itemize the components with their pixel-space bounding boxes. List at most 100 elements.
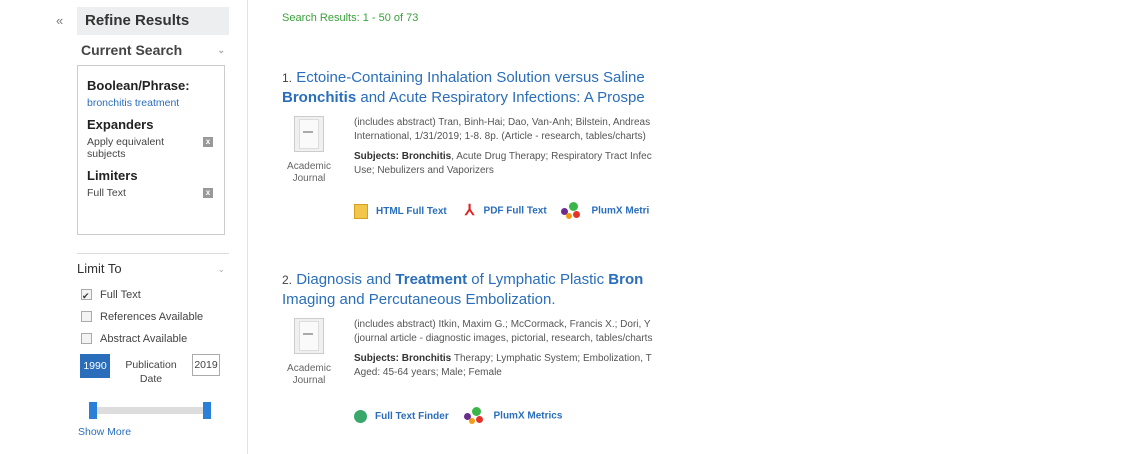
references-option-label: References Available [100,311,204,323]
plumx-icon [561,202,583,220]
result-links: Full Text Finder PlumX Metrics [354,407,574,425]
result-subjects-line2: Use; Nebulizers and Vaporizers [354,165,494,176]
full-text-checkbox[interactable] [81,285,92,307]
limit-to-label: Limit To [77,261,122,276]
limit-full-text[interactable]: Full Text [77,284,229,307]
limit-to-section: Limit To ⌄ Full Text References Availabl… [77,253,229,438]
result-links: HTML Full Text ⅄ PDF Full Text PlumX Metr… [354,202,661,220]
full-text-finder-icon [354,409,367,423]
date-from-input[interactable]: 1990 [80,354,110,378]
title-highlight: Treatment [395,271,468,288]
result-source: International, 1/31/2019; 1-8. 8p. (Arti… [354,131,646,142]
title-text: Diagnosis and [296,271,396,288]
date-range-slider[interactable] [77,400,229,420]
html-full-text-link[interactable]: HTML Full Text [354,203,447,219]
pdf-full-text-label: PDF Full Text [483,205,547,217]
expander-item-label: Apply equivalent subjects [87,136,165,160]
collapse-sidebar-icon[interactable]: « [56,13,63,28]
expanders-label: Expanders [87,117,154,132]
chevron-down-icon[interactable]: ⌄ [217,254,225,284]
result-details: (includes abstract) Itkin, Maxim G.; McC… [354,318,682,380]
current-search-label: Current Search [81,42,183,58]
slider-track [89,407,211,414]
academic-journal-icon[interactable] [294,318,324,354]
result-body: Academic Journal (includes abstract) Tra… [282,116,682,241]
pdf-icon: ⅄ [464,202,475,219]
publication-type-label: Academic Journal [287,363,331,387]
result-title-link[interactable]: 1. Ectoine-Containing Inhalation Solutio… [282,68,682,107]
html-doc-icon [354,203,368,219]
results-list: Search Results: 1 - 50 of 73 1. Ectoine-… [282,0,682,454]
slider-handle-from[interactable] [89,402,97,419]
full-text-finder-link[interactable]: Full Text Finder [354,409,449,423]
subjects-text: , Acute Drug Therapy; Respiratory Tract … [451,151,652,162]
references-checkbox[interactable] [81,310,92,322]
current-search-header[interactable]: Current Search ⌄ [77,35,229,65]
result-subjects: Subjects: Bronchitis Therapy; Lymphatic … [354,352,682,366]
subjects-label: Subjects: [354,353,400,364]
pub-type-line2: Journal [292,375,326,386]
publication-date-label-2: Date [139,373,163,385]
limit-abstract[interactable]: Abstract Available [77,328,229,350]
result-number: 2. [282,273,293,287]
plumx-metrics-link[interactable]: PlumX Metrics [463,407,563,425]
result-subjects-line2: Aged: 45-64 years; Male; Female [354,367,502,378]
pdf-full-text-link[interactable]: ⅄ PDF Full Text [462,202,547,219]
limiter-item-label: Full Text [87,187,126,199]
title-highlight: Bronchitis [282,89,357,106]
subjects-label: Subjects: [354,151,400,162]
show-more-link[interactable]: Show More [77,426,229,438]
plumx-metrics-label: PlumX Metrics [493,410,563,422]
result-authors: (includes abstract) Itkin, Maxim G.; McC… [354,319,651,330]
remove-limiter-icon[interactable]: x [203,188,213,198]
refine-results-title: Refine Results [77,7,229,35]
result-item: 2. Diagnosis and Treatment of Lymphatic … [282,270,682,443]
result-title-link[interactable]: 2. Diagnosis and Treatment of Lymphatic … [282,270,682,309]
subject-highlight[interactable]: Bronchitis [402,151,451,162]
result-subjects: Subjects: Bronchitis, Acute Drug Therapy… [354,150,682,164]
sidebar-divider [247,0,248,454]
abstract-checkbox[interactable] [81,332,92,344]
chevron-down-icon[interactable]: ⌄ [217,35,225,65]
limiter-item: Full Text x [87,187,213,199]
publication-type: Academic Journal [287,116,331,185]
results-count: Search Results: 1 - 50 of 73 [282,12,419,24]
title-text: and Acute Respiratory Infections: A Pros… [356,89,645,106]
limit-to-header[interactable]: Limit To ⌄ [77,254,229,284]
publication-type: Academic Journal [287,318,331,387]
subject-highlight[interactable]: Bronchitis [402,353,451,364]
academic-journal-icon[interactable] [294,116,324,152]
publication-date-label: Publication Date [117,358,185,386]
remove-expander-icon[interactable]: x [203,137,213,147]
refine-results-panel: Refine Results Current Search ⌄ Boolean/… [77,7,229,438]
plumx-metrics-link[interactable]: PlumX Metri [561,202,649,220]
date-to-input[interactable]: 2019 [192,354,220,376]
full-text-option-label: Full Text [100,289,141,301]
title-text: Imaging and Percutaneous Embolization. [282,291,556,308]
plumx-metrics-label: PlumX Metri [591,205,650,217]
search-query-link[interactable]: bronchitis treatment [87,97,224,109]
publication-date-filter: 1990 Publication Date 2019 [77,354,229,400]
result-number: 1. [282,71,293,85]
result-body: Academic Journal (includes abstract) Itk… [282,318,682,443]
subjects-text: Therapy; Lymphatic System; Embolization,… [451,353,652,364]
limiters-label: Limiters [87,168,138,183]
title-text: of Lymphatic Plastic [467,271,609,288]
result-details: (includes abstract) Tran, Binh-Hai; Dao,… [354,116,682,178]
html-full-text-label: HTML Full Text [376,205,447,217]
current-search-box: Boolean/Phrase: bronchitis treatment Exp… [77,65,225,235]
slider-handle-to[interactable] [203,402,211,419]
publication-date-label-1: Publication [125,359,177,371]
pub-type-line2: Journal [292,173,326,184]
full-text-finder-label: Full Text Finder [375,410,449,422]
plumx-icon [463,407,486,425]
result-item: 1. Ectoine-Containing Inhalation Solutio… [282,68,682,241]
pub-type-line1: Academic [287,363,331,374]
title-highlight: Bron [608,271,644,288]
publication-type-label: Academic Journal [287,161,331,185]
limit-references[interactable]: References Available [77,306,229,328]
expander-item: Apply equivalent subjects x [87,136,213,160]
boolean-phrase-label: Boolean/Phrase: [87,78,190,93]
pub-type-line1: Academic [287,161,331,172]
title-text: Ectoine-Containing Inhalation Solution v… [296,69,645,86]
